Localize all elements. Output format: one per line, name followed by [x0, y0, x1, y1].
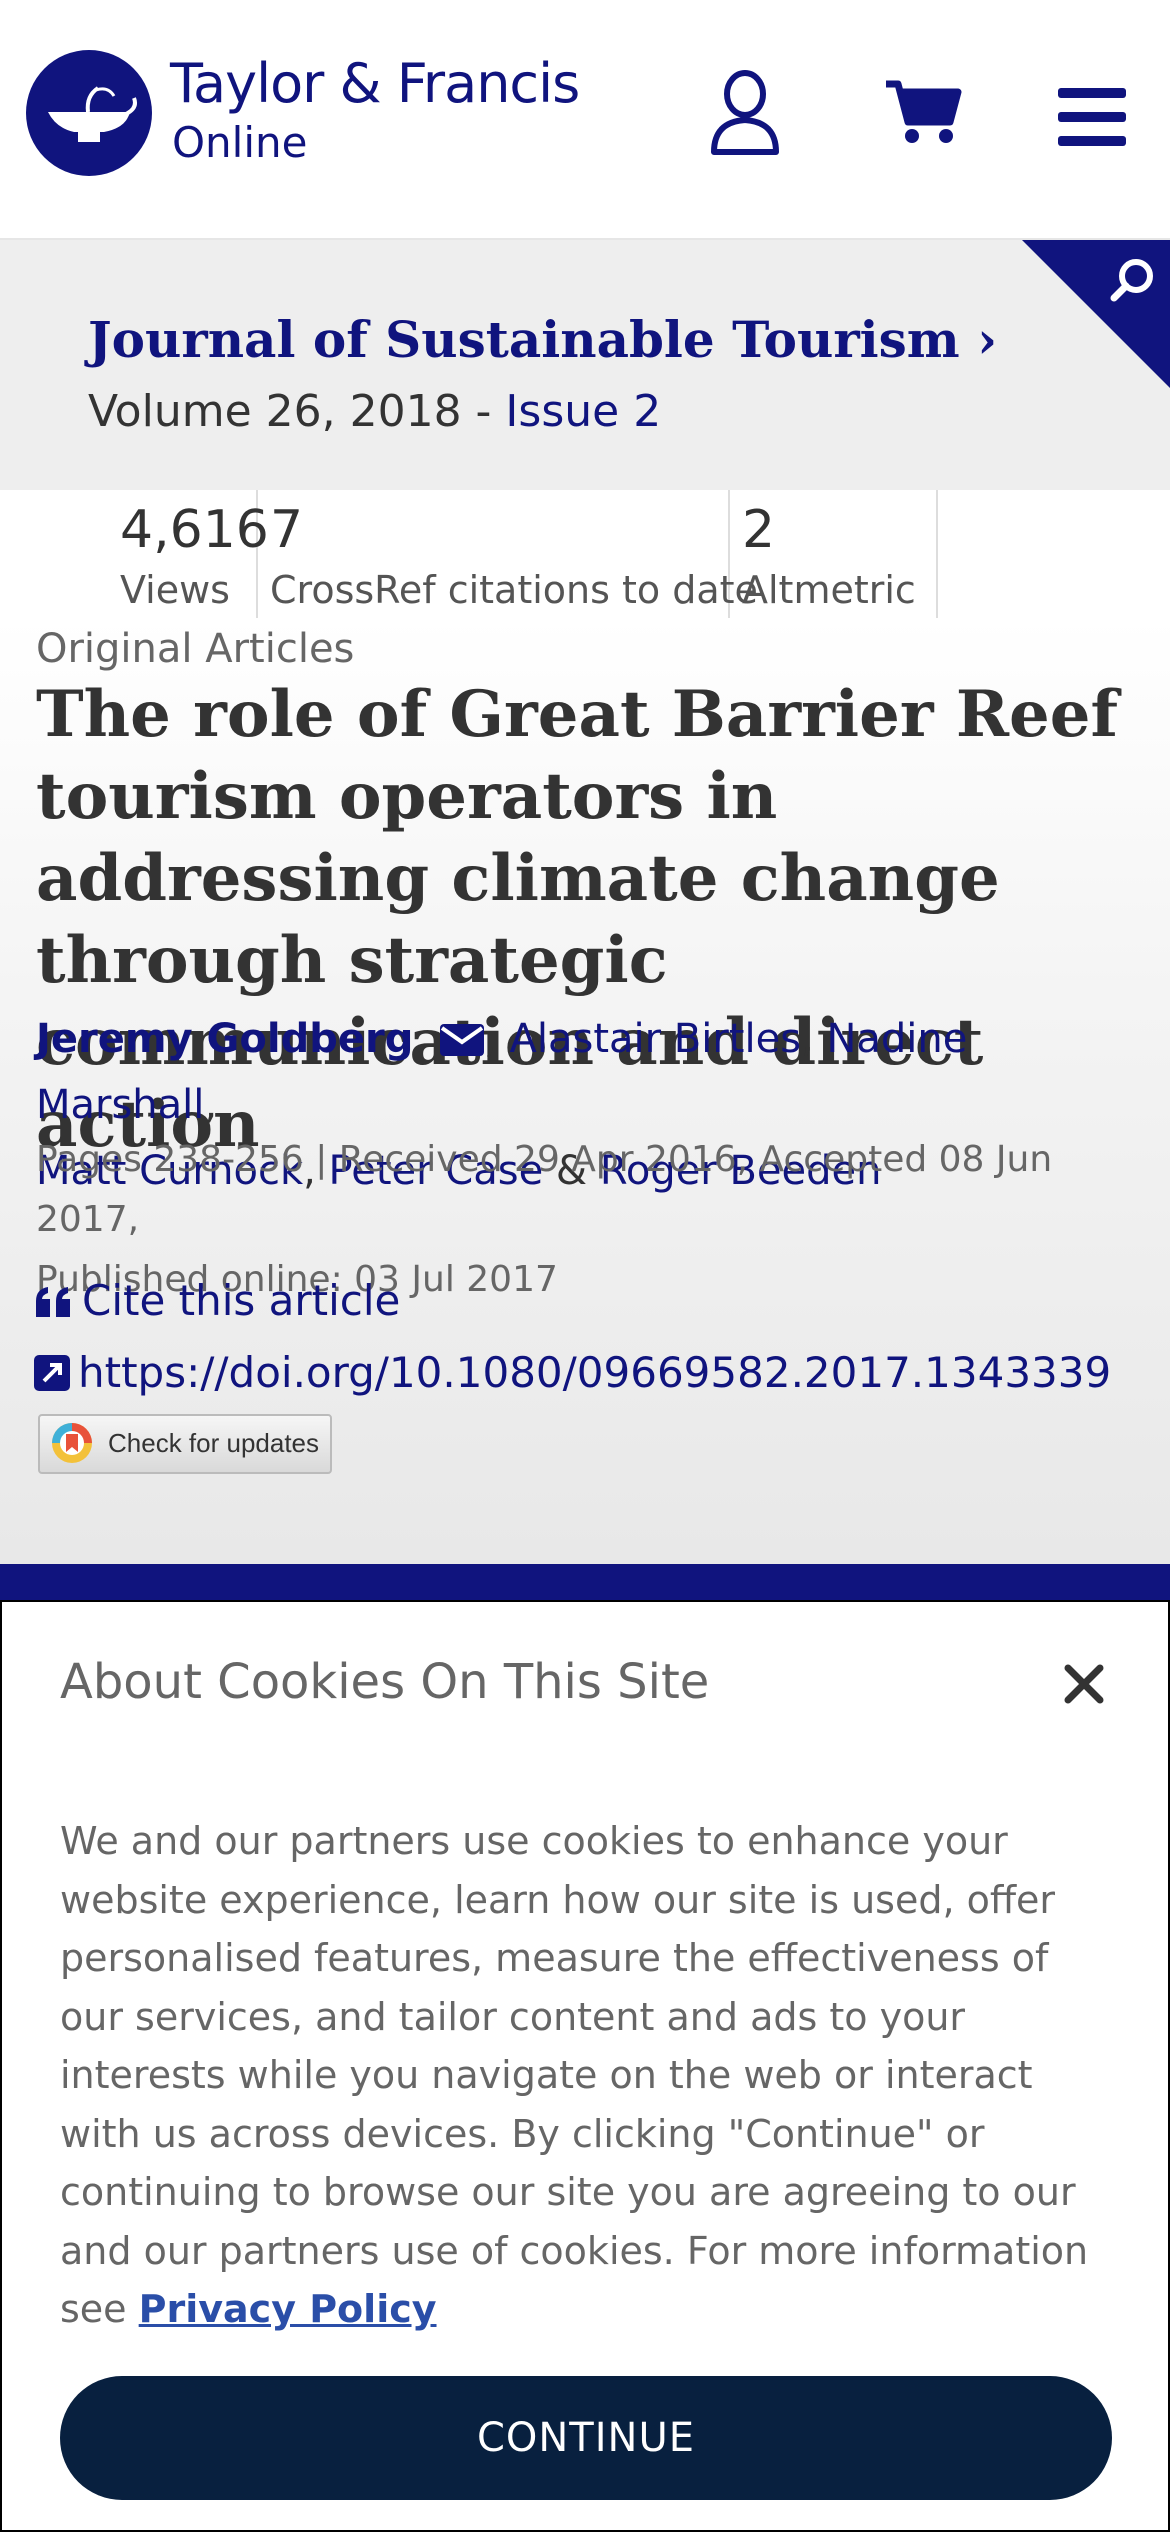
user-icon[interactable] [708, 70, 782, 156]
journal-banner: Journal of Sustainable Tourism › Volume … [0, 240, 1170, 490]
external-link-icon [34, 1355, 70, 1391]
email-icon[interactable] [440, 1024, 485, 1056]
lamp-icon [48, 86, 137, 142]
continue-button[interactable]: CONTINUE [60, 2376, 1112, 2500]
journal-volume: Volume 26, 2018 - Issue 2 [88, 386, 661, 437]
crossmark-icon [52, 1423, 92, 1463]
taylor-francis-logo[interactable] [26, 50, 152, 176]
views-value: 4,616 [120, 500, 269, 560]
crossref-label: CrossRef citations to date [270, 568, 758, 612]
pages-text: Pages 238-256 [36, 1139, 304, 1180]
crossref-value: 7 [270, 500, 304, 560]
cookie-body: We and our partners use cookies to enhan… [60, 1819, 1089, 2331]
journal-title: Journal of Sustainable Tourism [88, 310, 960, 369]
doi-text: https://doi.org/10.1080/09669582.2017.13… [78, 1348, 1112, 1397]
cookie-dialog: About Cookies On This Site We and our pa… [0, 1600, 1170, 2532]
updates-label: Check for updates [108, 1428, 320, 1458]
volume-text: Volume 26, 2018 - [88, 386, 506, 437]
navy-divider [0, 1564, 1170, 1600]
cite-this-article-link[interactable]: Cite this article [34, 1276, 400, 1325]
chevron-right-icon: › [977, 310, 998, 369]
views-label: Views [120, 568, 230, 612]
altmetric-value: 2 [742, 500, 776, 560]
search-button[interactable] [1022, 240, 1170, 388]
logo-line2: Online [172, 118, 308, 167]
close-icon[interactable] [1062, 1662, 1106, 1706]
doi-link[interactable]: https://doi.org/10.1080/09669582.2017.13… [34, 1348, 1111, 1397]
cart-icon[interactable] [884, 78, 962, 146]
journal-title-link[interactable]: Journal of Sustainable Tourism › [88, 310, 997, 369]
menu-icon[interactable] [1058, 88, 1126, 146]
article-header: Original Articles The role of Great Barr… [0, 618, 1170, 1564]
altmetric-label: Altmetric [742, 568, 916, 612]
site-header: Taylor & Francis Online [0, 0, 1170, 240]
issue-link[interactable]: Issue 2 [505, 386, 661, 437]
cite-label: Cite this article [82, 1276, 401, 1325]
article-type: Original Articles [36, 626, 355, 672]
metric-altmetric[interactable]: 2 Altmetric [730, 490, 938, 618]
author-link[interactable]: Jeremy Goldberg [36, 1016, 413, 1062]
metric-views: 4,616 Views [0, 490, 269, 618]
metric-crossref[interactable]: 7 CrossRef citations to date [258, 490, 758, 618]
privacy-policy-link[interactable]: Privacy Policy [139, 2287, 437, 2331]
cookie-message: We and our partners use cookies to enhan… [60, 1812, 1110, 2339]
author-link[interactable]: Alastair Birtles [509, 1016, 801, 1062]
check-for-updates-button[interactable]: Check for updates [38, 1414, 332, 1474]
logo-line1: Taylor & Francis [170, 52, 580, 115]
cookie-title: About Cookies On This Site [60, 1654, 710, 1710]
quote-icon [36, 1287, 70, 1317]
